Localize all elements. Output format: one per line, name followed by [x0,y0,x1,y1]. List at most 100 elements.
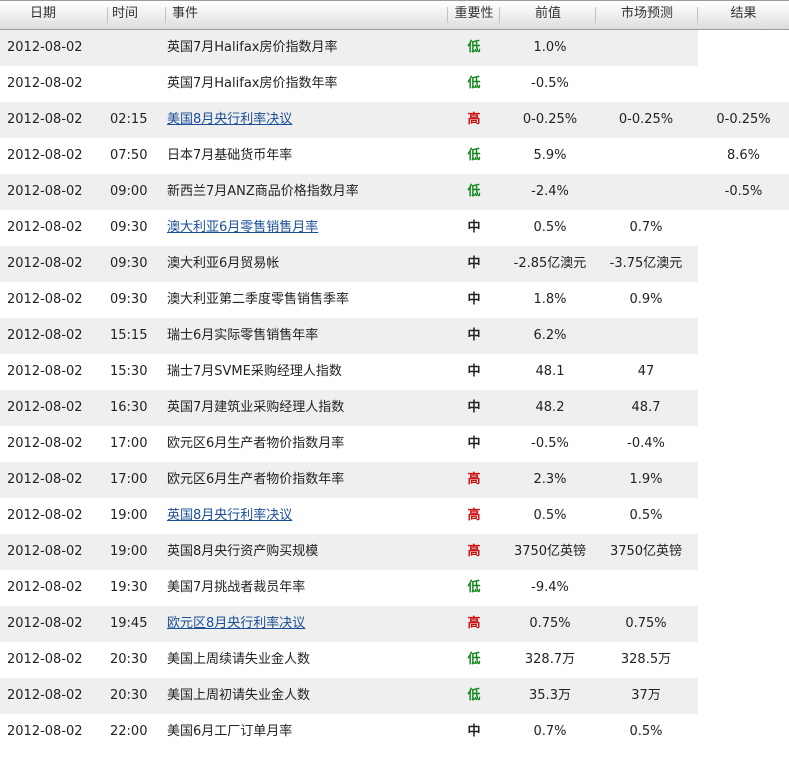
economic-calendar-table: 日期 时间 事件 重要性 前值 市场预测 结果 2012-08-02 英国7月Ha… [0,0,789,750]
event-name: 英国7月建筑业采购经理人指数 [167,400,345,415]
event-name: 澳大利亚6月贸易帐 [167,256,280,271]
result-value [698,462,789,498]
previous-value: 3750亿英镑 [513,544,587,559]
result-value [698,282,789,318]
event-name: 澳大利亚第二季度零售销售季率 [167,292,350,307]
event-name: 英国8月央行资产购买规模 [167,544,319,559]
importance-badge: 低 [467,688,481,703]
event-name: 英国7月Halifax房价指数年率 [167,76,338,91]
event-date: 2012-08-02 [7,724,83,739]
previous-value: 328.7万 [524,652,576,667]
table-row: 2012-08-02 英国7月Halifax房价指数月率 低 1.0% [0,30,789,66]
previous-value: 48.2 [535,400,565,415]
previous-value: 0.5% [533,220,567,235]
result-value [698,66,789,102]
event-link[interactable]: 英国8月央行利率决议 [167,498,292,534]
forecast-value: -0.4% [627,436,665,451]
forecast-value: 1.9% [629,472,663,487]
previous-value: 35.3万 [529,688,571,703]
table-row: 2012-08-02 15:15 瑞士6月实际零售销售年率 中 6.2% [0,318,789,354]
table-row: 2012-08-02 19:30 美国7月挑战者裁员年率 低 -9.4% [0,570,789,606]
column-header-result: 结果 [698,1,789,29]
table-row: 2012-08-02 20:30 美国上周续请失业金人数 低 328.7万 328.5万 [0,642,789,678]
table-header: 日期 时间 事件 重要性 前值 市场预测 结果 [0,0,789,30]
table-row: 2012-08-02 09:00 新西兰7月ANZ商品价格指数月率 低 -2.4% -0.… [0,174,789,210]
event-date: 2012-08-02 [7,220,83,235]
previous-value: -0.5% [531,76,569,91]
event-date: 2012-08-02 [7,328,83,343]
event-time: 17:00 [110,472,148,487]
event-link[interactable]: 澳大利亚6月零售销售月率 [167,210,318,246]
result-value [698,426,789,462]
event-link[interactable]: 欧元区8月央行利率决议 [167,606,305,642]
event-time: 20:30 [110,688,148,703]
forecast-value: 0.9% [629,292,663,307]
column-header-date: 日期 [0,1,108,29]
previous-value: 2.3% [533,472,567,487]
importance-badge: 中 [467,328,481,343]
table-row: 2012-08-02 09:30 澳大利亚6月零售销售月率 中 0.5% 0.7% [0,210,789,246]
result-value [698,570,789,606]
event-time: 02:15 [110,112,148,127]
importance-badge: 低 [467,184,481,199]
forecast-value [596,174,696,210]
importance-badge: 中 [467,256,481,271]
column-header-event: 事件 [166,1,448,29]
result-value: 0-0.25% [716,112,771,127]
forecast-value: 0.7% [629,220,663,235]
previous-value: 48.1 [535,364,565,379]
event-date: 2012-08-02 [7,364,83,379]
event-time: 07:50 [110,148,148,163]
event-date: 2012-08-02 [7,472,83,487]
forecast-value [596,570,696,606]
importance-badge: 低 [467,652,481,667]
event-time: 19:00 [110,544,148,559]
forecast-value: 47 [637,364,655,379]
importance-badge: 低 [467,40,481,55]
forecast-value: 0.75% [625,616,667,631]
event-date: 2012-08-02 [7,544,83,559]
event-time: 17:00 [110,436,148,451]
importance-badge: 中 [467,436,481,451]
event-name: 瑞士6月实际零售销售年率 [167,328,319,343]
event-time: 15:30 [110,364,148,379]
event-name: 美国6月工厂订单月率 [167,724,293,739]
table-row: 2012-08-02 16:30 英国7月建筑业采购经理人指数 中 48.2 48.7 [0,390,789,426]
forecast-value [596,30,696,66]
table-row: 2012-08-02 19:45 欧元区8月央行利率决议 高 0.75% 0.75% [0,606,789,642]
event-time: 19:00 [110,508,148,523]
event-name: 英国7月Halifax房价指数月率 [167,40,338,55]
event-time: 09:30 [110,292,148,307]
event-date: 2012-08-02 [7,112,83,127]
event-date: 2012-08-02 [7,652,83,667]
event-time: 19:45 [110,616,148,631]
importance-badge: 中 [467,400,481,415]
result-value [698,390,789,426]
column-header-previous: 前值 [500,1,596,29]
forecast-value: 0.5% [629,724,663,739]
previous-value: -2.4% [531,184,569,199]
table-body: 2012-08-02 英国7月Halifax房价指数月率低 1.0% 2012-08-… [0,30,789,750]
event-link[interactable]: 美国8月央行利率决议 [167,102,292,138]
event-time: 15:15 [110,328,148,343]
column-header-time-label: 时间 [112,6,139,21]
previous-value: 1.0% [533,40,567,55]
forecast-value: -3.75亿澳元 [609,256,683,271]
table-row: 2012-08-02 19:00 英国8月央行资产购买规模 高 3750亿英镑 3750亿… [0,534,789,570]
event-date: 2012-08-02 [7,184,83,199]
result-value [698,210,789,246]
table-row: 2012-08-02 17:00 欧元区6月生产者物价指数月率 中 -0.5% -0.4% [0,426,789,462]
forecast-value [596,138,696,174]
forecast-value: 3750亿英镑 [609,544,683,559]
forecast-value [596,318,696,354]
result-value [698,534,789,570]
previous-value: -0.5% [531,436,569,451]
result-value [698,318,789,354]
event-time: 20:30 [110,652,148,667]
table-row: 2012-08-02 07:50 日本7月基础货币年率 低 5.9% 8.6% [0,138,789,174]
event-time: 09:30 [110,256,148,271]
event-time: 16:30 [110,400,148,415]
table-row: 2012-08-02 19:00 英国8月央行利率决议 高 0.5% 0.5% [0,498,789,534]
event-date: 2012-08-02 [7,616,83,631]
event-name: 日本7月基础货币年率 [167,148,293,163]
